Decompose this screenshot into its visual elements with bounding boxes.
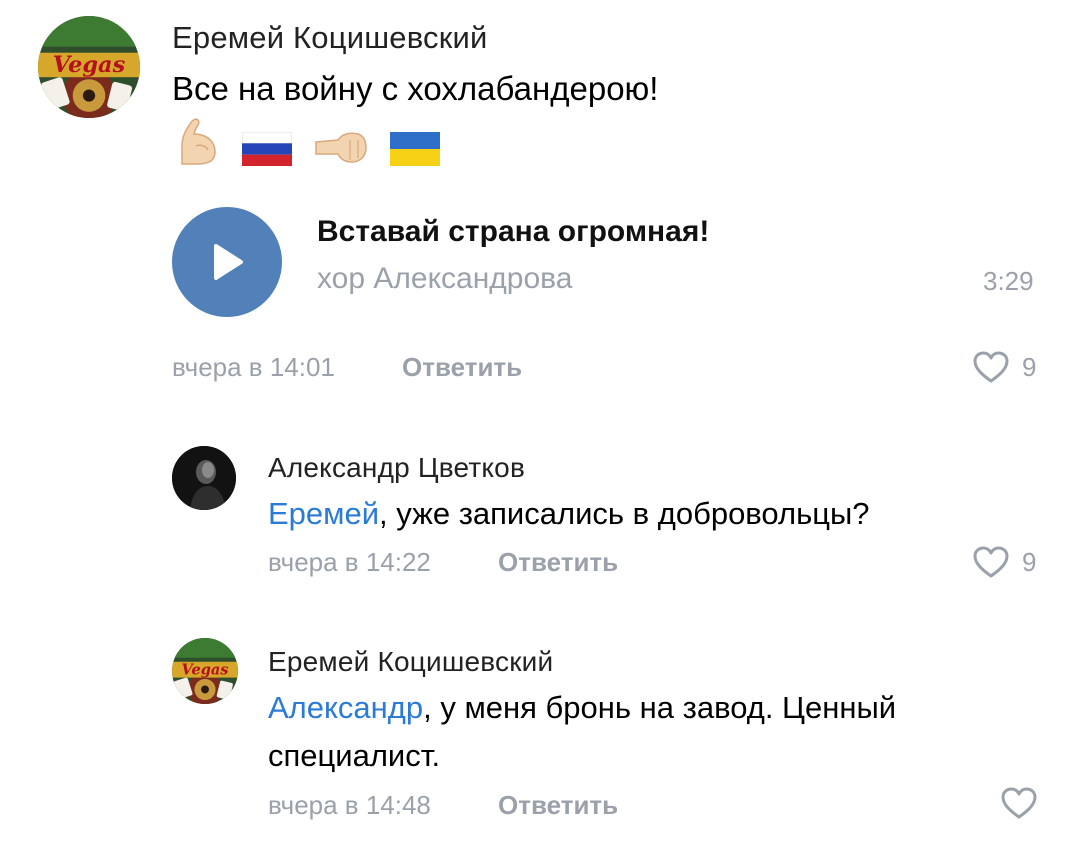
- reply-button[interactable]: Ответить: [402, 352, 522, 383]
- audio-artist[interactable]: хор Александрова: [317, 262, 572, 296]
- svg-text:Vegas: Vegas: [182, 661, 229, 678]
- avatar[interactable]: Vegas: [172, 638, 238, 704]
- reply-button[interactable]: Ответить: [498, 790, 618, 821]
- like-button[interactable]: [1000, 786, 1038, 820]
- flexed-biceps-icon: [176, 116, 220, 171]
- comment-timestamp: вчера в 14:22: [268, 547, 431, 577]
- user-avatar-image: [172, 446, 236, 510]
- russia-flag-icon: [241, 131, 293, 171]
- heart-icon: [1001, 787, 1037, 819]
- like-button[interactable]: 9: [972, 350, 1036, 384]
- comment-timestamp: вчера в 14:48: [268, 790, 431, 820]
- comment-timestamp: вчера в 14:01: [172, 352, 335, 382]
- comment-text: Все на войну с хохлабандерою!: [172, 70, 659, 107]
- like-count: 9: [1022, 546, 1037, 577]
- mention-link[interactable]: Еремей: [268, 496, 379, 531]
- like-button[interactable]: 9: [972, 545, 1036, 579]
- vegas-avatar-image: Vegas: [38, 16, 140, 118]
- svg-text:Vegas: Vegas: [53, 52, 126, 78]
- fist-punch-icon: [314, 130, 368, 171]
- comment-author[interactable]: Еремей Коцишевский: [268, 646, 553, 678]
- audio-title[interactable]: Вставай страна огромная!: [317, 215, 709, 249]
- comment-text-body: , уже записались в добровольцы?: [379, 496, 870, 531]
- ukraine-flag-icon: [390, 132, 440, 171]
- comment-author[interactable]: Александр Цветков: [268, 452, 525, 484]
- avatar[interactable]: Vegas: [38, 16, 140, 118]
- play-button[interactable]: [172, 207, 282, 317]
- heart-icon: [973, 351, 1009, 383]
- comment-text-body: , у меня бронь на завод. Ценный: [423, 690, 897, 725]
- play-icon: [214, 244, 243, 280]
- reply-button[interactable]: Ответить: [498, 547, 618, 578]
- vegas-avatar-image: Vegas: [172, 638, 238, 704]
- mention-link[interactable]: Александр: [268, 690, 423, 725]
- comment-text: Александр, у меня бронь на завод. Ценный: [268, 690, 896, 726]
- heart-icon: [973, 546, 1009, 578]
- emoji-row: [176, 116, 440, 171]
- audio-duration: 3:29: [983, 266, 1034, 296]
- like-count: 9: [1022, 351, 1037, 382]
- avatar[interactable]: [172, 446, 236, 510]
- comment-author[interactable]: Еремей Коцишевский: [172, 20, 488, 56]
- comment-text-continued: специалист.: [268, 738, 441, 773]
- comment-text: Еремей, уже записались в добровольцы?: [268, 496, 870, 532]
